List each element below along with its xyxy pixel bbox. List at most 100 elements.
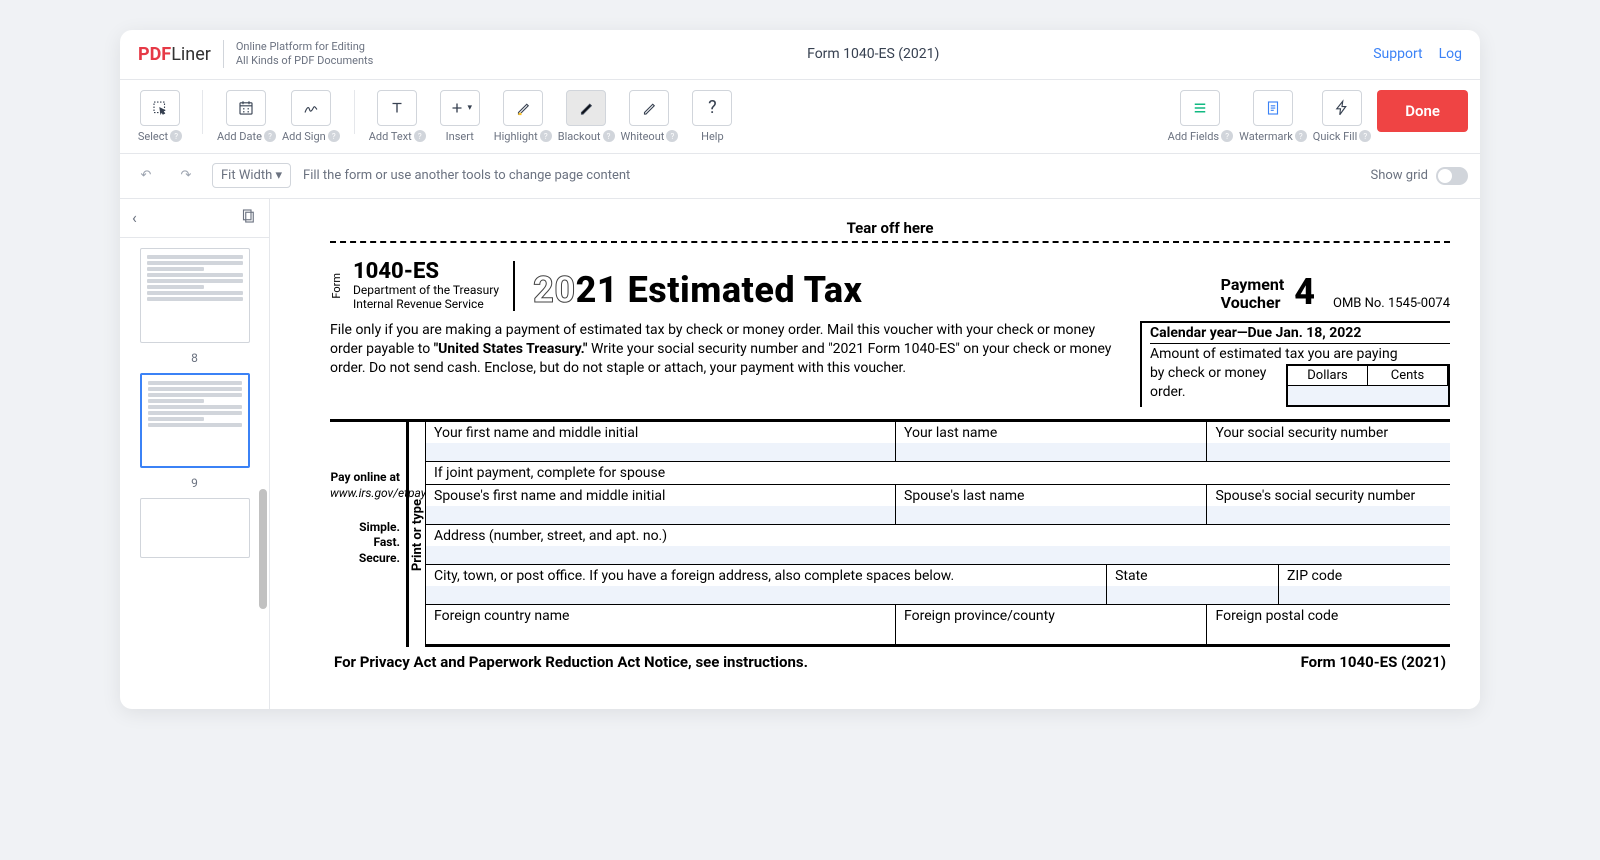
form-number: 1040-ES: [353, 261, 499, 283]
dept-line-1: Department of the Treasury: [353, 283, 499, 297]
signature-icon: [302, 99, 320, 117]
show-grid-toggle[interactable]: Show grid: [1371, 167, 1468, 185]
spouse-ssn-input[interactable]: [1207, 506, 1450, 524]
calendar-icon: [237, 99, 255, 117]
document-canvas[interactable]: Tear off here Form 1040-ES Department of…: [270, 199, 1480, 709]
cents-header: Cents: [1368, 366, 1448, 385]
left-note: Pay online at www.irs.gov/etpay Simple. …: [330, 422, 406, 647]
whiteout-tool[interactable]: Whiteout?: [621, 90, 679, 143]
quick-fill-tool[interactable]: Quick Fill?: [1313, 90, 1371, 143]
state-input[interactable]: [1107, 586, 1278, 604]
done-button[interactable]: Done: [1377, 90, 1468, 132]
dollars-cents-table: Dollars Cents: [1286, 364, 1450, 407]
redo-button[interactable]: ↷: [172, 162, 200, 190]
first-name-input[interactable]: [426, 443, 895, 461]
joint-payment-label: If joint payment, complete for spouse: [426, 462, 1450, 485]
chevron-down-icon: ▾: [276, 168, 283, 183]
city-input[interactable]: [426, 586, 1106, 604]
toggle-switch[interactable]: [1436, 167, 1468, 185]
sidebar-scrollbar[interactable]: [259, 259, 267, 699]
dept-line-2: Internal Revenue Service: [353, 297, 499, 311]
help-tool[interactable]: ? Help: [684, 90, 740, 143]
ssn-input[interactable]: [1207, 443, 1450, 461]
payment-box: Calendar year—Due Jan. 18, 2022 Amount o…: [1140, 321, 1450, 407]
address-input[interactable]: [426, 546, 1450, 564]
form-header: Form 1040-ES Department of the Treasury …: [330, 261, 1450, 312]
dollars-input[interactable]: [1288, 385, 1368, 405]
undo-button[interactable]: ↶: [132, 162, 160, 190]
fields-icon: [1191, 99, 1209, 117]
bolt-icon: [1333, 99, 1351, 117]
logo-block: PDFLiner Online Platform for Editing All…: [138, 40, 373, 69]
insert-tool[interactable]: ▾ Insert: [432, 90, 488, 143]
spouse-last-name-input[interactable]: [896, 506, 1206, 524]
log-link[interactable]: Log: [1439, 46, 1462, 62]
thumbnail-sidebar: ‹ 8 9: [120, 199, 270, 709]
field-label: Foreign province/county: [904, 608, 1055, 624]
page-thumbnail[interactable]: [140, 498, 250, 558]
field-label: Spouse's last name: [904, 488, 1024, 504]
pages-icon[interactable]: [239, 207, 257, 229]
field-label: Address (number, street, and apt. no.): [434, 528, 667, 544]
amount-label: Amount of estimated tax you are paying: [1150, 344, 1450, 364]
spouse-first-name-input[interactable]: [426, 506, 895, 524]
toolbar-separator: [354, 90, 355, 134]
thumbnail-page-number: 9: [191, 476, 198, 490]
field-label: Your first name and middle initial: [434, 425, 638, 441]
select-tool[interactable]: Select?: [132, 90, 188, 143]
form-body: File only if you are making a payment of…: [330, 321, 1450, 407]
field-label: State: [1115, 568, 1148, 584]
voucher-number: 4: [1294, 276, 1315, 308]
omb-number: OMB No. 1545-0074: [1333, 296, 1450, 311]
privacy-notice: For Privacy Act and Paperwork Reduction …: [334, 653, 808, 671]
watermark-tool[interactable]: Watermark?: [1239, 90, 1307, 143]
payment-voucher-label: PaymentVoucher: [1221, 276, 1285, 311]
whiteout-icon: [640, 99, 658, 117]
field-label: Spouse's first name and middle initial: [434, 488, 665, 504]
thumbnail-page-number: 8: [191, 351, 198, 365]
add-text-tool[interactable]: Add Text?: [369, 90, 426, 143]
add-sign-tool[interactable]: Add Sign?: [282, 90, 340, 143]
zip-input[interactable]: [1279, 586, 1450, 604]
last-name-input[interactable]: [896, 443, 1206, 461]
sub-toolbar: ↶ ↷ Fit Width ▾ Fill the form or use ano…: [120, 154, 1480, 199]
form-vertical-label: Form: [330, 273, 343, 299]
header-links: Support Log: [1373, 46, 1462, 62]
field-label: ZIP code: [1287, 568, 1342, 584]
field-label: Your last name: [904, 425, 997, 441]
main-area: ‹ 8 9 Tear off here Form: [120, 199, 1480, 709]
sidebar-back-button[interactable]: ‹: [132, 208, 137, 227]
text-icon: [388, 99, 406, 117]
support-link[interactable]: Support: [1373, 46, 1422, 62]
page-thumbnail-active[interactable]: [140, 373, 250, 468]
field-label: Your social security number: [1215, 425, 1388, 441]
blackout-tool[interactable]: Blackout?: [558, 90, 615, 143]
foreign-province-input[interactable]: [896, 626, 1206, 644]
tear-line: [330, 241, 1450, 243]
field-label: Foreign country name: [434, 608, 569, 624]
foreign-postal-input[interactable]: [1207, 626, 1450, 644]
zoom-select[interactable]: Fit Width ▾: [212, 163, 291, 188]
question-icon: ?: [708, 97, 717, 118]
dollars-header: Dollars: [1288, 366, 1368, 385]
add-date-tool[interactable]: Add Date?: [217, 90, 276, 143]
foreign-country-input[interactable]: [426, 626, 895, 644]
logo: PDFLiner: [138, 44, 211, 65]
calendar-due: Calendar year—Due Jan. 18, 2022: [1150, 323, 1450, 344]
add-fields-tool[interactable]: Add Fields?: [1168, 90, 1233, 143]
by-check-label: by check or money order.: [1150, 364, 1278, 400]
field-label: Foreign postal code: [1215, 608, 1338, 624]
logo-divider: [223, 40, 224, 68]
field-label: Spouse's social security number: [1215, 488, 1415, 504]
toolbar: Select? Add Date? Add Sign? Add Text? ▾ …: [120, 80, 1480, 154]
plus-icon: [448, 99, 466, 117]
highlight-tool[interactable]: Highlight?: [494, 90, 552, 143]
cents-input[interactable]: [1368, 385, 1448, 405]
page-thumbnail[interactable]: [140, 248, 250, 343]
taxpayer-table: Pay online at www.irs.gov/etpay Simple. …: [330, 419, 1450, 647]
instructions-text: File only if you are making a payment of…: [330, 321, 1140, 407]
blackout-icon: [577, 99, 595, 117]
print-or-type-label: Print or type: [406, 422, 426, 647]
field-label: City, town, or post office. If you have …: [434, 568, 954, 584]
header-bar: PDFLiner Online Platform for Editing All…: [120, 30, 1480, 80]
